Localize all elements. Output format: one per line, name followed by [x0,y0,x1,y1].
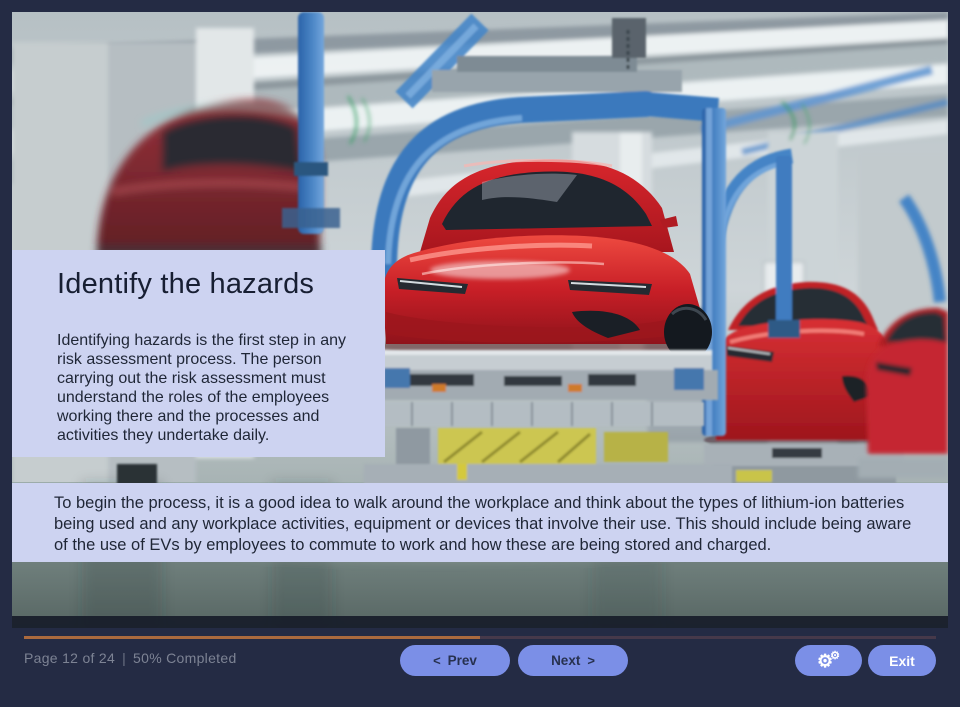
exit-button-label: Exit [889,653,915,669]
slide-image-area: Identify the hazards Identifying hazards… [12,12,948,628]
page-number-label: Page 12 of 24 [24,650,115,666]
chevron-right-icon: > [587,653,595,668]
progress-fill [24,636,480,639]
progress-bar [24,636,936,639]
next-button[interactable]: Next > [518,645,628,676]
next-button-label: Next [551,653,580,668]
info-banner: To begin the process, it is a good idea … [12,483,948,562]
settings-gear-small-icon: ⚙ [830,651,840,662]
course-player: { "slide": { "title": "Identify the haza… [0,0,960,707]
completed-label: 50% Completed [133,650,237,666]
footer-bar: Page 12 of 24 | 50% Completed < Prev Next … [0,628,960,707]
banner-paragraph: To begin the process, it is a good idea … [54,493,920,556]
status-separator: | [122,650,126,666]
settings-button[interactable]: ⚙ ⚙ [795,645,862,676]
intro-paragraph: Identifying hazards is the first step in… [57,331,363,445]
page-status: Page 12 of 24 | 50% Completed [24,650,237,666]
content-panel: Identify the hazards Identifying hazards… [12,250,385,457]
prev-button-label: Prev [448,653,477,668]
chevron-left-icon: < [433,653,441,668]
prev-button[interactable]: < Prev [400,645,510,676]
page-title: Identify the hazards [57,268,363,301]
exit-button[interactable]: Exit [868,645,936,676]
